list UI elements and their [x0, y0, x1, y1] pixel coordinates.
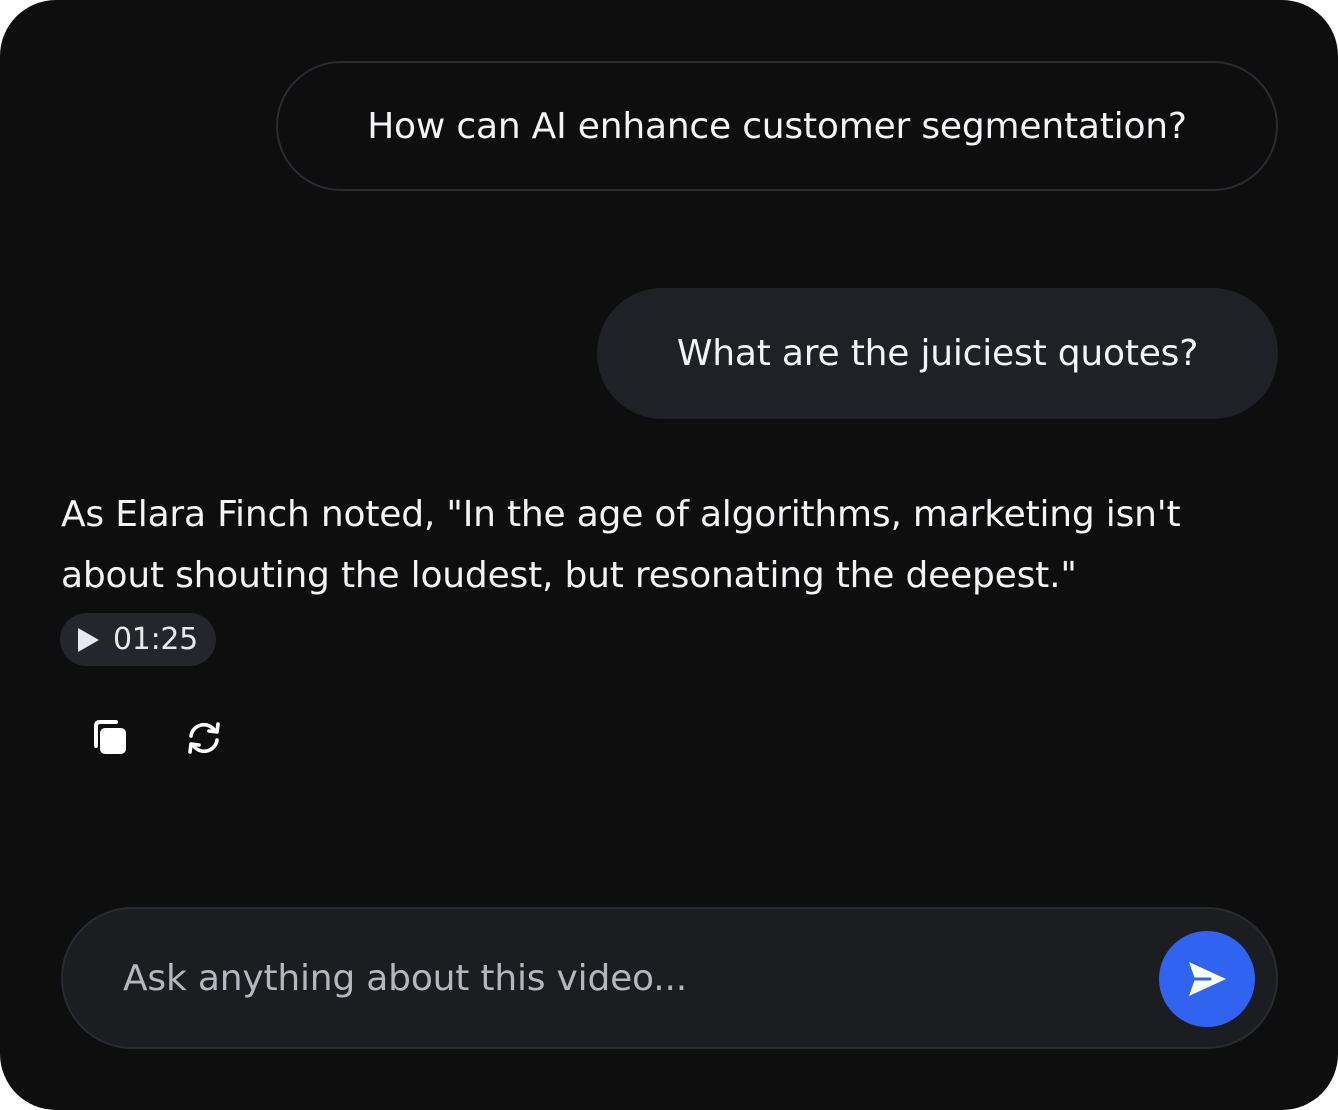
user-message-text: How can AI enhance customer segmentation… — [367, 105, 1187, 147]
play-icon — [78, 627, 99, 652]
regenerate-icon — [188, 722, 220, 754]
copy-icon — [94, 720, 126, 754]
copy-button[interactable] — [80, 710, 136, 766]
timestamp-chip[interactable]: 01:25 — [60, 613, 216, 666]
message-composer — [61, 907, 1278, 1049]
user-message-bubble: What are the juiciest quotes? — [597, 288, 1278, 419]
user-message-text: What are the juiciest quotes? — [676, 333, 1199, 374]
send-icon — [1189, 962, 1226, 996]
assistant-answer-text: As Elara Finch noted, "In the age of alg… — [61, 494, 1181, 596]
message-input[interactable] — [121, 909, 1141, 1047]
user-message-bubble: How can AI enhance customer segmentation… — [276, 61, 1278, 191]
regenerate-button[interactable] — [176, 710, 232, 766]
timestamp-label: 01:25 — [113, 622, 198, 657]
chat-panel: How can AI enhance customer segmentation… — [0, 0, 1338, 1110]
send-button[interactable] — [1159, 931, 1255, 1027]
